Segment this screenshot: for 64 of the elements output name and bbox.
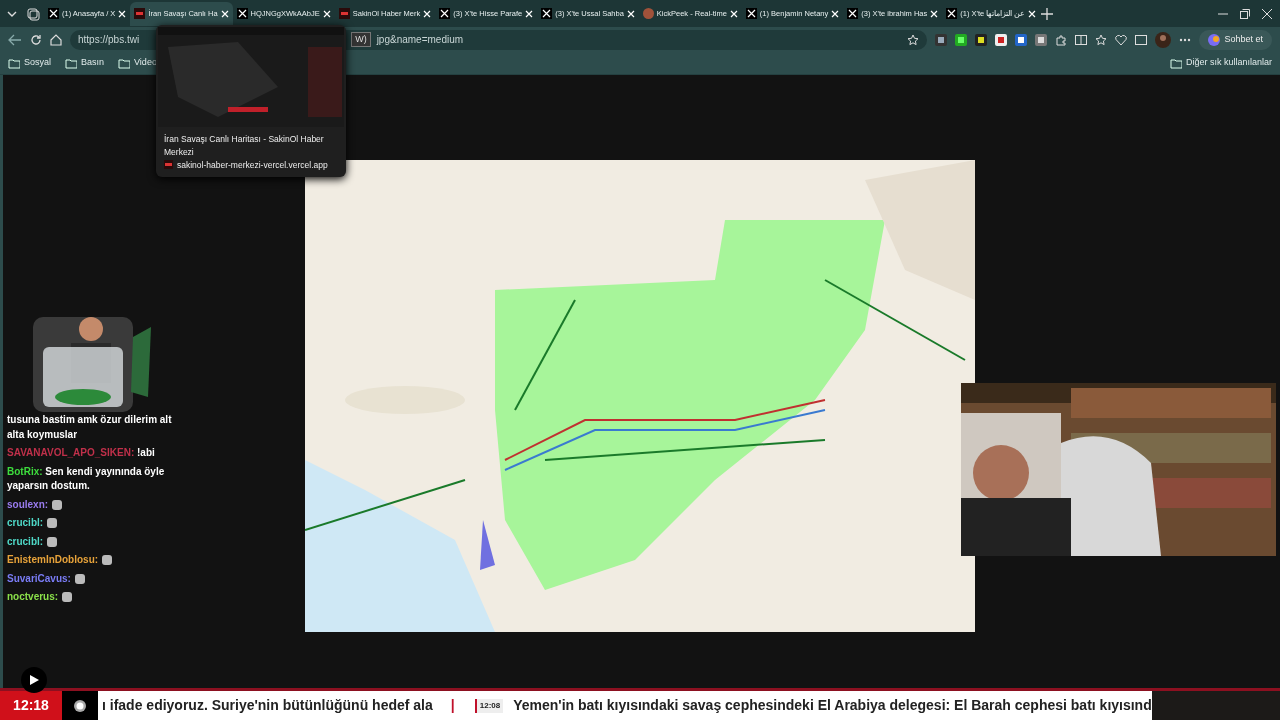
x-logo-icon	[48, 8, 59, 19]
chat-message: EnistemInDoblosu:	[7, 553, 172, 568]
back-icon[interactable]	[8, 33, 22, 46]
chat-message: SuvariCavus:	[7, 571, 172, 586]
x-logo-icon	[439, 8, 451, 19]
extension-icon[interactable]	[935, 33, 948, 46]
profile-avatar-icon[interactable]	[1155, 31, 1172, 48]
news-logo-icon	[338, 8, 350, 19]
extensions-icon[interactable]	[1055, 33, 1068, 46]
chat-message: SAVANAVOL_APO_SIKEN: !abi	[7, 446, 156, 460]
emote-icon	[102, 555, 113, 566]
x-logo-icon	[946, 8, 958, 19]
folder-icon	[118, 57, 131, 69]
chat-message: BotRix: Sen kendi yayınında öyle yaparsın dostum.	[7, 464, 166, 493]
extension-icon[interactable]	[955, 33, 968, 46]
x-logo-icon	[745, 8, 757, 19]
chat-message: crucibl:	[7, 534, 172, 549]
extension-icon[interactable]	[995, 33, 1008, 46]
chat-message: soulexn:	[7, 497, 172, 512]
tooltip: W)	[351, 31, 371, 48]
heart-icon[interactable]	[1115, 33, 1128, 46]
bookmark-folder[interactable]: Sosyal	[8, 56, 51, 70]
preview-url: sakinol-haber-merkezi-vercel.vercel.app	[177, 158, 328, 172]
emote-icon	[62, 592, 73, 603]
restore-icon[interactable]	[1240, 8, 1250, 19]
chat-message: tusuna bastim amk özur dilerim alt alta koymuslar	[7, 413, 172, 442]
folder-icon	[8, 57, 20, 69]
x-logo-icon	[847, 8, 859, 19]
news-logo-icon	[164, 160, 173, 170]
copilot-icon	[1208, 33, 1221, 46]
news-headline: ı ifade ediyoruz. Suriye'nin bütünlüğünü hedef ala	[102, 696, 433, 715]
close-icon[interactable]	[1262, 8, 1272, 19]
new-tab-icon[interactable]	[1040, 6, 1055, 21]
news-logo-icon	[134, 8, 146, 19]
avatar-icon	[642, 8, 654, 19]
emote-icon	[52, 499, 63, 510]
star-icon[interactable]	[907, 33, 920, 46]
extension-icon[interactable]	[1035, 33, 1048, 46]
home-icon[interactable]	[50, 33, 62, 46]
emote-icon	[74, 573, 85, 584]
clock-time: 12:18	[0, 691, 62, 720]
favorites-icon[interactable]	[1095, 33, 1108, 46]
bookmark-folder[interactable]: Video	[118, 56, 157, 70]
reload-icon[interactable]	[30, 33, 42, 46]
screenshot-icon[interactable]	[1135, 33, 1148, 46]
emote-icon	[47, 518, 58, 529]
separator: |	[450, 696, 455, 715]
folder-icon	[1169, 57, 1182, 69]
translate-icon[interactable]	[1015, 33, 1028, 46]
extension-icon[interactable]	[975, 33, 988, 46]
emote-icon	[47, 536, 58, 547]
bookmark-folder[interactable]: Diğer sık kullanılanlar	[1169, 56, 1272, 70]
live-dot-icon	[74, 699, 86, 712]
more-icon[interactable]	[1179, 37, 1192, 42]
chat-message: crucibl:	[7, 516, 172, 531]
folder-icon	[65, 57, 77, 69]
news-headline: Yemen'in batı kıyısındaki savaş cephesindeki El Arabiya delegesi: El Barah cephesi batı kıyısınd	[513, 696, 1152, 715]
x-logo-icon	[541, 8, 553, 19]
bookmark-folder[interactable]: Basın	[65, 56, 105, 70]
news-time: 12:08	[474, 698, 504, 713]
chat-message: noctverus:	[7, 590, 172, 605]
split-screen-icon[interactable]	[1075, 33, 1088, 46]
x-logo-icon	[236, 8, 248, 19]
copilot-button[interactable]: Sohbet et	[1199, 29, 1272, 50]
